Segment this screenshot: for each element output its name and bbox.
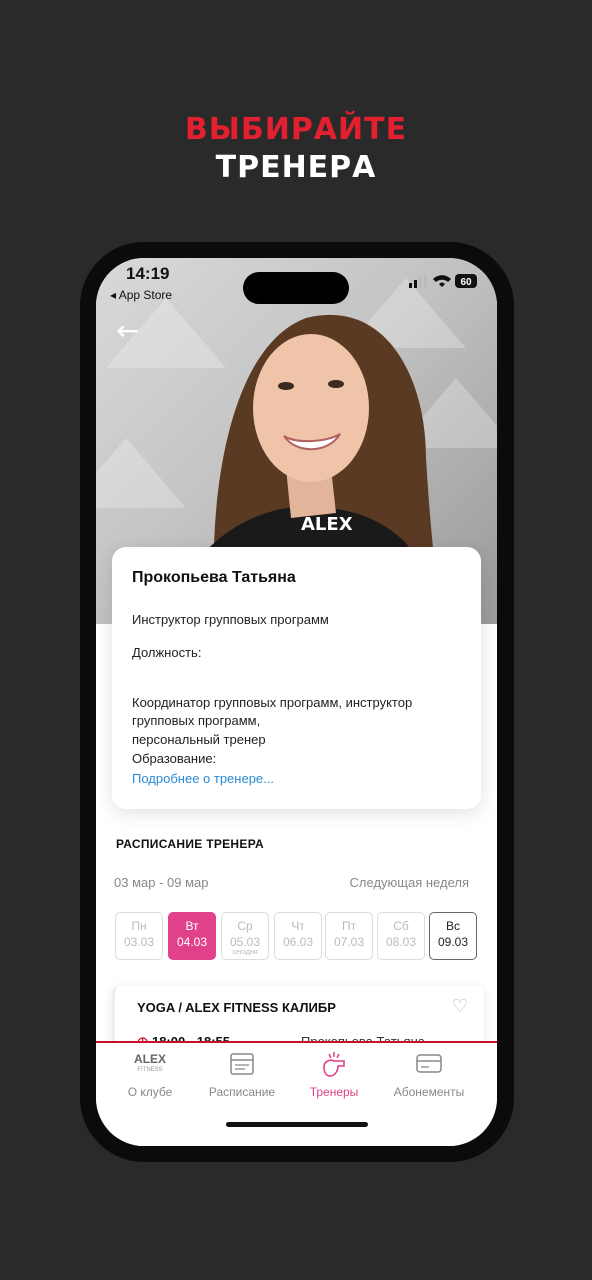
card-icon <box>379 1051 479 1079</box>
class-title: YOGA / ALEX FITNESS КАЛИБР <box>137 1000 336 1015</box>
day-mon[interactable]: Пн 03.03 <box>115 912 163 960</box>
day-name: Вт <box>185 919 199 933</box>
app-screen: ALEX 14:19 ◂ App Store 60 ← Прокопьева Т… <box>96 258 497 1146</box>
day-date: 09.03 <box>437 935 469 949</box>
day-name: Пн <box>131 919 147 933</box>
trainer-description-line3: персональный тренер <box>132 732 266 747</box>
shirt-logo: ALEX <box>301 514 353 535</box>
day-fri[interactable]: Пт 07.03 <box>325 912 373 960</box>
promo-title-line2: ТРЕНЕРА <box>215 150 377 185</box>
tab-label: Тренеры <box>309 1085 359 1099</box>
day-sat[interactable]: Сб 08.03 <box>377 912 425 960</box>
tab-label: Расписание <box>208 1085 276 1099</box>
next-week-link[interactable]: Следующая неделя <box>350 875 469 890</box>
day-date: 07.03 <box>333 935 365 949</box>
battery-level: 60 <box>460 277 472 288</box>
logo-text: ALEX <box>133 1052 166 1066</box>
today-label: сегодня <box>232 949 258 956</box>
tab-label: Абонементы <box>393 1085 465 1099</box>
tab-trainers[interactable]: Тренеры <box>284 1051 384 1099</box>
back-arrow-icon[interactable]: ← <box>116 314 139 347</box>
tab-about-club[interactable]: ALEX FITNESS О клубе <box>100 1051 200 1099</box>
more-about-trainer-link[interactable]: Подробнее о тренере... <box>132 770 472 788</box>
education-label: Образование: <box>132 751 217 766</box>
day-sun[interactable]: Вс 09.03 <box>429 912 477 960</box>
day-date: 04.03 <box>176 935 208 949</box>
tab-label: О клубе <box>127 1085 173 1099</box>
logo-subtext: FITNESS <box>137 1067 163 1073</box>
trainer-info-card: Прокопьева Татьяна Инструктор групповых … <box>112 547 481 809</box>
signal-wifi-battery-icon: 60 <box>409 274 477 288</box>
position-label: Должность: <box>132 645 202 660</box>
alex-fitness-logo-icon: ALEX FITNESS <box>100 1051 200 1079</box>
tab-bar: ALEX FITNESS О клубе Расписание Тренеры … <box>96 1043 497 1146</box>
day-thu[interactable]: Чт 06.03 <box>274 912 322 960</box>
schedule-title: РАСПИСАНИЕ ТРЕНЕРА <box>116 837 264 851</box>
day-name: Чт <box>291 919 305 933</box>
status-time: 14:19 <box>126 264 170 283</box>
promo-title-line1: ВЫБИРАЙТЕ <box>184 112 408 147</box>
day-name: Ср <box>237 919 253 933</box>
trainer-description-line2: групповых программ, <box>132 713 261 728</box>
trainer-description-line1: Координатор групповых программ, инструкт… <box>132 695 413 710</box>
schedule-icon <box>192 1051 292 1079</box>
day-name: Вс <box>445 919 460 933</box>
home-indicator[interactable] <box>226 1122 368 1127</box>
day-selector: Пн 03.03 Вт 04.03 Ср 05.03 сегодня Чт 06… <box>115 912 481 964</box>
day-date: 05.03 <box>229 935 261 949</box>
heart-icon[interactable]: ♡ <box>452 996 468 1017</box>
whistle-icon <box>284 1051 384 1079</box>
tab-memberships[interactable]: Абонементы <box>379 1051 479 1099</box>
tab-schedule[interactable]: Расписание <box>192 1051 292 1099</box>
day-tue[interactable]: Вт 04.03 <box>168 912 216 960</box>
status-icons: 60 <box>409 273 479 289</box>
trainer-subtitle: Инструктор групповых программ <box>132 612 329 627</box>
day-date: 03.03 <box>123 935 155 949</box>
day-wed[interactable]: Ср 05.03 сегодня <box>221 912 269 960</box>
week-range: 03 мар - 09 мар <box>114 875 209 890</box>
back-to-app-store[interactable]: ◂ App Store <box>110 288 172 302</box>
trainer-name: Прокопьева Татьяна <box>132 569 296 586</box>
day-name: Сб <box>393 919 409 933</box>
day-name: Пт <box>341 919 357 933</box>
dynamic-island <box>243 272 349 304</box>
day-date: 08.03 <box>385 935 417 949</box>
day-date: 06.03 <box>282 935 314 949</box>
